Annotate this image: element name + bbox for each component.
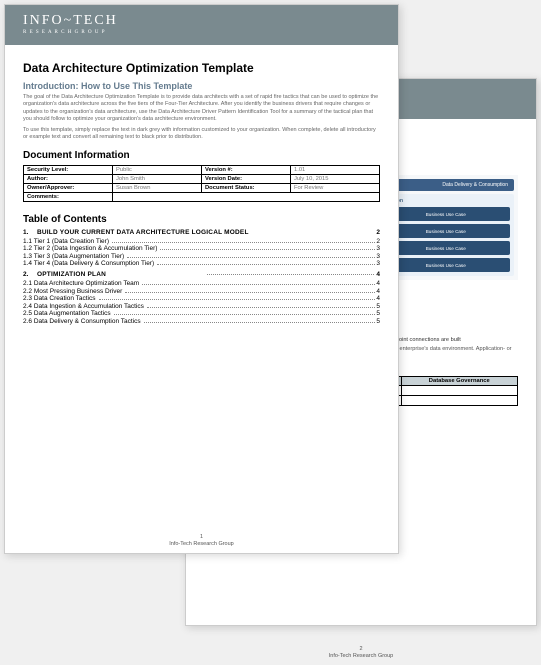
toc-section-title: BUILD YOUR CURRENT DATA ARCHITECTURE LOG… xyxy=(37,229,376,236)
toc-heading: Table of Contents xyxy=(23,214,380,225)
info-value: 1.01 xyxy=(291,165,380,174)
info-value: For Review xyxy=(291,183,380,192)
toc-item: 1.3 Tier 3 (Data Augmentation Tier)3 xyxy=(23,253,380,260)
intro-paragraph: To use this template, simply replace the… xyxy=(23,127,380,142)
intro-heading: Introduction: How to Use This Template xyxy=(23,81,380,91)
table-of-contents: 1. BUILD YOUR CURRENT DATA ARCHITECTURE … xyxy=(23,229,380,325)
toc-item: 2.6 Data Delivery & Consumption Tactics5 xyxy=(23,318,380,325)
page-footer: 2 Info-Tech Research Group xyxy=(186,646,536,659)
toc-section-title: OPTIMIZATION PLAN xyxy=(37,271,205,278)
document-title: Data Architecture Optimization Template xyxy=(23,61,380,75)
document-information-table: Security Level: Public Version #: 1.01 A… xyxy=(23,165,380,202)
info-value xyxy=(113,192,380,201)
brand-header: INFO~TECH R E S E A R C H G R O U P xyxy=(5,5,398,45)
toc-item: 2.3 Data Creation Tactics4 xyxy=(23,295,380,302)
intro-paragraph: The goal of the Data Architecture Optimi… xyxy=(23,94,380,124)
toc-item: 2.5 Data Augmentation Tactics5 xyxy=(23,310,380,317)
diagram-cell: Business Use Case xyxy=(382,241,511,255)
toc-section-page: 4 xyxy=(376,271,380,278)
toc-item: 1.1 Tier 1 (Data Creation Tier)2 xyxy=(23,238,380,245)
brand-name: INFO~TECH xyxy=(23,13,380,29)
toc-section-num: 1. xyxy=(23,229,37,236)
footer-org: Info-Tech Research Group xyxy=(186,653,536,659)
brand-subtitle: R E S E A R C H G R O U P xyxy=(23,30,380,35)
page-number: 1 xyxy=(5,534,398,540)
info-label: Security Level: xyxy=(24,165,113,174)
info-label: Version Date: xyxy=(202,174,291,183)
info-value: Susan Brown xyxy=(113,183,202,192)
toc-item: 2.1 Data Architecture Optimization Team4 xyxy=(23,280,380,287)
diagram-cell: Business Use Case xyxy=(382,224,511,238)
info-value: John Smith xyxy=(113,174,202,183)
toc-section-page: 2 xyxy=(376,229,380,236)
document-page-1: INFO~TECH R E S E A R C H G R O U P Data… xyxy=(4,4,399,554)
toc-section-num: 2. xyxy=(23,271,37,278)
info-value: July 10, 2015 xyxy=(291,174,380,183)
info-label: Owner/Approver: xyxy=(24,183,113,192)
info-label: Document Status: xyxy=(202,183,291,192)
toc-item: 1.2 Tier 2 (Data Ingestion & Accumulatio… xyxy=(23,245,380,252)
info-value: Public xyxy=(113,165,202,174)
info-label: Version #: xyxy=(202,165,291,174)
docinfo-heading: Document Information xyxy=(23,150,380,161)
info-label: Comments: xyxy=(24,192,113,201)
page-number: 2 xyxy=(186,646,536,652)
toc-section: 2. OPTIMIZATION PLAN 4 xyxy=(23,271,380,278)
page-footer: 1 Info-Tech Research Group xyxy=(5,534,398,547)
toc-item: 2.4 Data Ingestion & Accumulation Tactic… xyxy=(23,303,380,310)
info-label: Author: xyxy=(24,174,113,183)
diagram-cell: Business Use Case xyxy=(382,207,511,221)
table-header: Database Governance xyxy=(401,377,518,386)
footer-org: Info-Tech Research Group xyxy=(5,541,398,547)
diagram-cell: Business Use Case xyxy=(382,258,511,272)
toc-section: 1. BUILD YOUR CURRENT DATA ARCHITECTURE … xyxy=(23,229,380,236)
toc-item: 2.2 Most Pressing Business Driver4 xyxy=(23,288,380,295)
toc-item: 1.4 Tier 4 (Data Delivery & Consumption … xyxy=(23,260,380,267)
